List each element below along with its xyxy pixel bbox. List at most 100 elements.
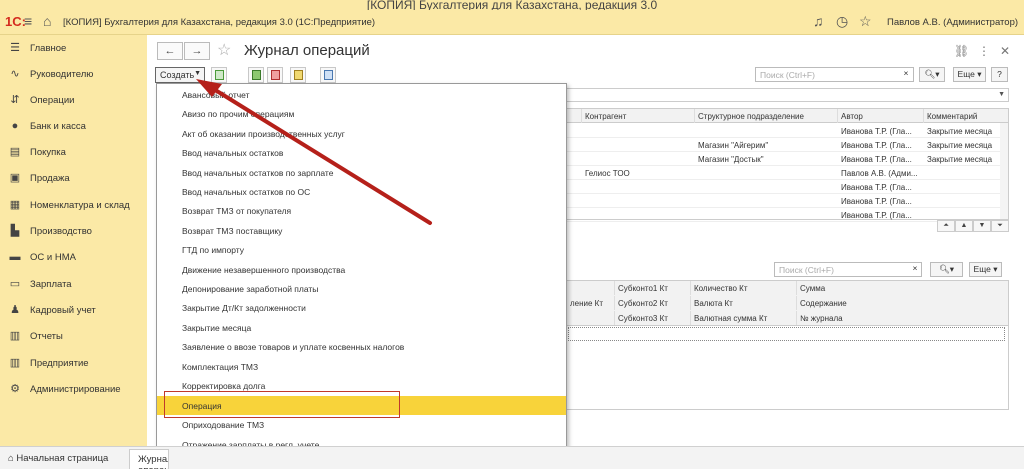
create-button[interactable]: Создать ▼ <box>155 67 205 83</box>
menu-item[interactable]: ГТД по импорту <box>157 240 566 259</box>
table-cell: Закрытие месяца <box>927 141 993 150</box>
lower-search-button[interactable]: 🔍︎▾ <box>930 262 963 277</box>
scroll-down-icon[interactable]: ▼ <box>973 220 991 232</box>
scroll-up-icon[interactable]: ▲ <box>955 220 973 232</box>
sidebar-item-label: Руководителю <box>30 69 94 80</box>
chevron-down-icon: ▼ <box>998 91 1005 98</box>
bottom-tabs-bar: ⌂ Начальная страница Журнал операций <box>0 446 1024 469</box>
table-row[interactable] <box>568 327 1005 341</box>
dt-kt-report-icon[interactable] <box>290 67 306 83</box>
back-button[interactable]: ← <box>157 42 183 60</box>
menu-item[interactable]: Комплектация ТМЗ <box>157 357 566 376</box>
clear-search-icon[interactable]: × <box>908 262 922 277</box>
table-header-cell[interactable]: Валюта Кт <box>691 296 797 310</box>
sidebar-item-admin[interactable]: ⚙ Администрирование <box>0 380 147 400</box>
sidebar-item-fixed-assets[interactable]: ▬ ОС и НМА <box>0 248 147 268</box>
sidebar-item-purchase[interactable]: ▤ Покупка <box>0 143 147 163</box>
table-header-cell[interactable]: Контрагент <box>582 109 695 123</box>
table-header-cell[interactable]: Субконто1 Кт <box>615 281 691 295</box>
forward-button[interactable]: → <box>184 42 210 60</box>
table-scrollbar[interactable] <box>1000 123 1008 219</box>
menu-item[interactable]: Ввод начальных остатков по ОС <box>157 182 566 201</box>
menu-item[interactable]: Депонирование заработной платы <box>157 279 566 298</box>
table-row[interactable]: Иванова Т.Р. (Гла... <box>567 194 1008 208</box>
sidebar-item-operations[interactable]: ⇵ Операции <box>0 91 147 111</box>
table-row[interactable]: Иванова Т.Р. (Гла... Закрытие месяца <box>567 124 1008 138</box>
copy-document-icon[interactable] <box>211 67 227 83</box>
table-header-cell[interactable]: Валютная сумма Кт <box>691 311 797 325</box>
sidebar-item-manager[interactable]: ∿ Руководителю <box>0 65 147 85</box>
favorites-star-icon[interactable]: ☆ <box>859 14 872 28</box>
tab-home[interactable]: ⌂ Начальная страница <box>0 449 128 469</box>
bell-icon[interactable]: ♫ <box>813 14 824 28</box>
favorite-star-icon[interactable]: ☆ <box>217 40 231 60</box>
table-header-cell[interactable]: Комментарий <box>924 109 1000 123</box>
menu-item[interactable]: Возврат ТМЗ поставщику <box>157 221 566 240</box>
sidebar-item-sales[interactable]: ▣ Продажа <box>0 169 147 189</box>
table-cell <box>924 180 1000 194</box>
menu-item-label: Ввод начальных остатков по зарплате <box>182 167 334 178</box>
menu-item[interactable]: Движение незавершенного производства <box>157 260 566 279</box>
menu-icon[interactable]: ≡ <box>24 14 32 28</box>
menu-item[interactable]: Закрытие Дт/Кт задолженности <box>157 298 566 317</box>
table-row[interactable]: Иванова Т.Р. (Гла... <box>567 180 1008 194</box>
more-vertical-icon[interactable]: ⋮ <box>978 44 990 58</box>
lower-more-button[interactable]: Еще ▾ <box>969 262 1002 277</box>
table-cell <box>582 124 695 138</box>
table-row[interactable]: Магазин "Айгерим" Иванова Т.Р. (Гла... З… <box>567 138 1008 152</box>
clear-search-icon[interactable]: × <box>899 67 913 82</box>
lower-search-input[interactable]: Поиск (Ctrl+F) <box>774 262 922 277</box>
scroll-bottom-icon[interactable]: ⏷ <box>991 220 1009 232</box>
link-icon[interactable]: ⛓ <box>954 44 969 58</box>
menu-item-label: Возврат ТМЗ от покупателя <box>182 206 292 217</box>
current-user[interactable]: Павлов А.В. (Администратор) <box>887 17 1018 28</box>
table-header-cell[interactable]: № журнала <box>797 311 997 325</box>
sidebar-item-bank[interactable]: ● Банк и касса <box>0 117 147 137</box>
sidebar-item-reports[interactable]: ▥ Отчеты <box>0 327 147 347</box>
tab-journal[interactable]: Журнал операций <box>129 449 169 469</box>
menu-item[interactable]: Оприходование ТМЗ <box>157 415 566 434</box>
table-cell <box>695 194 838 208</box>
home-icon[interactable]: ⌂ <box>43 14 51 28</box>
sidebar: ☰ Главное ∿ Руководителю ⇵ Операции ● Ба… <box>0 35 147 446</box>
menu-item[interactable]: Закрытие месяца <box>157 318 566 337</box>
menu-item[interactable]: Заявление о ввозе товаров и уплате косве… <box>157 337 566 356</box>
menu-item-label: Депонирование заработной платы <box>182 284 319 294</box>
table-cell <box>924 166 1000 180</box>
sidebar-item-production[interactable]: ▙ Производство <box>0 222 147 242</box>
menu-item[interactable]: Ввод начальных остатков <box>157 143 566 162</box>
menu-item[interactable]: Акт об оказании производственных услуг <box>157 124 566 143</box>
table-header-cell[interactable]: Структурное подразделение <box>695 109 838 123</box>
table-header-cell[interactable]: Содержание <box>797 296 997 310</box>
print-list-icon[interactable] <box>320 67 336 83</box>
sidebar-item-hr[interactable]: ♟ Кадровый учет <box>0 301 147 321</box>
sidebar-item-warehouse[interactable]: ▦ Номенклатура и склад <box>0 196 147 216</box>
entries-table: Субконто1 Кт Количество Кт Сумма ление К… <box>566 280 1009 410</box>
unpost-document-icon[interactable] <box>267 67 283 83</box>
menu-item[interactable]: Возврат ТМЗ от покупателя <box>157 201 566 220</box>
more-button[interactable]: Еще ▾ <box>953 67 986 82</box>
help-button[interactable]: ? <box>991 67 1008 82</box>
table-header-cell[interactable]: Субконто3 Кт <box>615 311 691 325</box>
post-document-icon[interactable] <box>248 67 264 83</box>
close-icon[interactable]: ✕ <box>1000 44 1010 58</box>
table-cell: Магазин "Достык" <box>698 155 764 164</box>
menu-item[interactable]: Авизо по прочим операциям <box>157 104 566 123</box>
menu-item[interactable]: Авансовый отчет <box>157 85 566 104</box>
search-input[interactable]: Поиск (Ctrl+F) <box>755 67 914 82</box>
table-header-cell[interactable]: Сумма <box>797 281 997 295</box>
table-header-cell[interactable]: Автор <box>838 109 924 123</box>
sidebar-item-salary[interactable]: ▭ Зарплата <box>0 275 147 295</box>
sidebar-item-main[interactable]: ☰ Главное <box>0 39 147 59</box>
table-header-cell[interactable]: Количество Кт <box>691 281 797 295</box>
sidebar-item-enterprise[interactable]: ▥ Предприятие <box>0 354 147 374</box>
scroll-top-icon[interactable]: ⏶ <box>937 220 955 232</box>
filter-select[interactable]: ▼ <box>566 88 1009 102</box>
history-icon[interactable]: ◷ <box>836 14 848 28</box>
table-header-cell[interactable]: Субконто2 Кт <box>615 296 691 310</box>
sidebar-item-label: ОС и НМА <box>30 252 76 263</box>
table-row[interactable]: Гелиос ТОО Павлов А.В. (Адми... <box>567 166 1008 180</box>
table-row[interactable]: Магазин "Достык" Иванова Т.Р. (Гла... За… <box>567 152 1008 166</box>
menu-item[interactable]: Ввод начальных остатков по зарплате <box>157 163 566 182</box>
search-button[interactable]: 🔍︎▾ <box>919 67 945 82</box>
